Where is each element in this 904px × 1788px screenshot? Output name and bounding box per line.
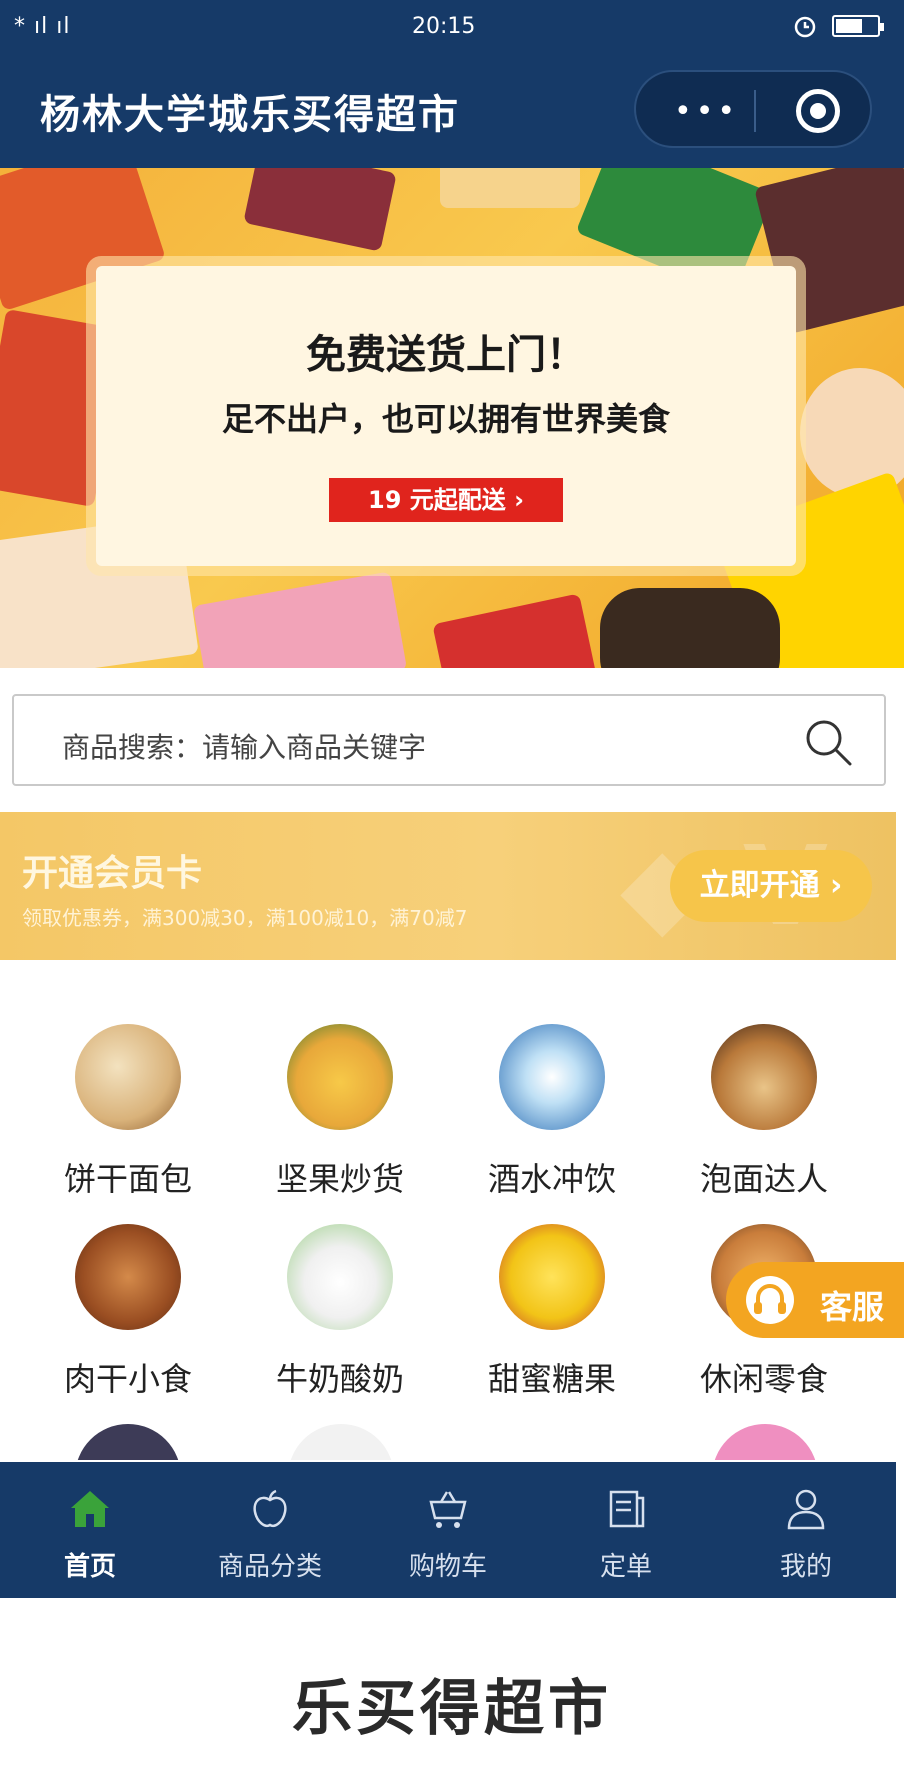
search-input[interactable]: 商品搜索：请输入商品关键字 (62, 726, 426, 766)
biscuit-bread-image (75, 1024, 181, 1130)
member-card-banner[interactable]: ◆ V 开通会员卡 领取优惠券，满300减30，满100减10，满70减7 立即… (0, 812, 896, 960)
apple-icon (253, 1489, 287, 1527)
bottom-tab-bar: 首页 商品分类 购物车 定单 我的 (0, 1462, 896, 1598)
status-time: 20:15 (412, 14, 476, 39)
category-grid: 饼干面包 坚果炒货 酒水冲饮 泡面达人 肉干小食 牛奶酸奶 甜蜜糖果 休闲零食 (0, 1000, 904, 1460)
member-title: 开通会员卡 (22, 853, 203, 894)
customer-service-button[interactable]: 客服 (726, 1262, 904, 1338)
banner-product-image (440, 168, 580, 208)
nuts-image (287, 1024, 393, 1130)
category-item[interactable]: 饼干面包 (28, 1024, 228, 1200)
drinks-image (499, 1024, 605, 1130)
category-label: 牛奶酸奶 (275, 1360, 404, 1398)
min-order-button[interactable]: 19 元起配送 › (329, 478, 563, 522)
customer-service-label: 客服 (820, 1288, 885, 1326)
miniprogram-capsule: ••• (634, 70, 872, 148)
tab-home[interactable]: 首页 (0, 1462, 180, 1598)
more-icon[interactable]: ••• (674, 94, 739, 129)
category-image-partial (288, 1424, 394, 1460)
tab-cart[interactable]: 购物车 (358, 1462, 538, 1598)
chat-icon (746, 1276, 794, 1324)
banner-message-card: 免费送货上门！ 足不出户，也可以拥有世界美食 19 元起配送 › (96, 266, 796, 566)
jerky-image (75, 1224, 181, 1330)
category-item[interactable]: 坚果炒货 (240, 1024, 440, 1200)
milk-image (287, 1224, 393, 1330)
tab-label: 购物车 (408, 1552, 487, 1582)
search-icon[interactable] (802, 716, 854, 768)
banner-product-image (243, 168, 397, 252)
candy-image (499, 1224, 605, 1330)
member-description: 领取优惠券，满300减30，满100减10，满70减7 (22, 906, 468, 930)
close-miniprogram-icon[interactable] (796, 89, 840, 133)
status-right-icons (792, 14, 884, 38)
battery-icon (832, 15, 884, 37)
category-label: 休闲零食 (699, 1360, 828, 1398)
alarm-icon (794, 16, 816, 38)
instant-noodles-image (711, 1024, 817, 1130)
footer: 乐买得超市 (0, 1598, 904, 1788)
status-bar: * ıl ıl 20:15 (0, 10, 904, 46)
tab-label: 定单 (599, 1552, 652, 1582)
category-item[interactable]: 肉干小食 (28, 1224, 228, 1400)
tab-categories[interactable]: 商品分类 (180, 1462, 360, 1598)
home-icon (71, 1491, 109, 1527)
category-item[interactable]: 泡面达人 (664, 1024, 864, 1200)
category-image-partial (712, 1424, 818, 1460)
category-item[interactable]: 牛奶酸奶 (240, 1224, 440, 1400)
tab-orders[interactable]: 定单 (536, 1462, 716, 1598)
category-image-partial (75, 1424, 181, 1460)
category-item[interactable]: 酒水冲饮 (452, 1024, 652, 1200)
headset-icon (754, 1284, 786, 1314)
banner-subline: 足不出户，也可以拥有世界美食 (221, 400, 670, 438)
category-label: 甜蜜糖果 (487, 1360, 616, 1398)
banner-product-image (192, 571, 408, 668)
tab-label: 商品分类 (217, 1552, 322, 1582)
banner-product-image (432, 593, 598, 668)
tab-label: 我的 (779, 1552, 832, 1582)
category-label: 饼干面包 (63, 1160, 192, 1198)
banner-product-image (600, 588, 780, 668)
category-label: 肉干小食 (63, 1360, 192, 1398)
capsule-divider (754, 90, 756, 132)
page-title: 杨林大学城乐买得超市 (40, 92, 460, 138)
signal-indicator: * ıl ıl (14, 14, 71, 39)
search-bar[interactable]: 商品搜索：请输入商品关键字 (12, 694, 886, 786)
tab-profile[interactable]: 我的 (716, 1462, 896, 1598)
promo-banner[interactable]: 免费送货上门！ 足不出户，也可以拥有世界美食 19 元起配送 › (0, 168, 904, 668)
store-name-caption: 乐买得超市 (292, 1674, 612, 1744)
cart-icon (429, 1491, 467, 1528)
category-label: 酒水冲饮 (487, 1160, 616, 1198)
category-item[interactable]: 甜蜜糖果 (452, 1224, 652, 1400)
top-navigation-bar: * ıl ıl 20:15 杨林大学城乐买得超市 ••• (0, 0, 904, 168)
tab-label: 首页 (63, 1552, 116, 1582)
order-icon (609, 1490, 645, 1528)
open-membership-button[interactable]: 立即开通 › (670, 850, 872, 922)
category-label: 坚果炒货 (275, 1160, 404, 1198)
banner-headline: 免费送货上门！ (306, 332, 586, 378)
category-label: 泡面达人 (699, 1160, 828, 1198)
user-icon (787, 1489, 825, 1530)
